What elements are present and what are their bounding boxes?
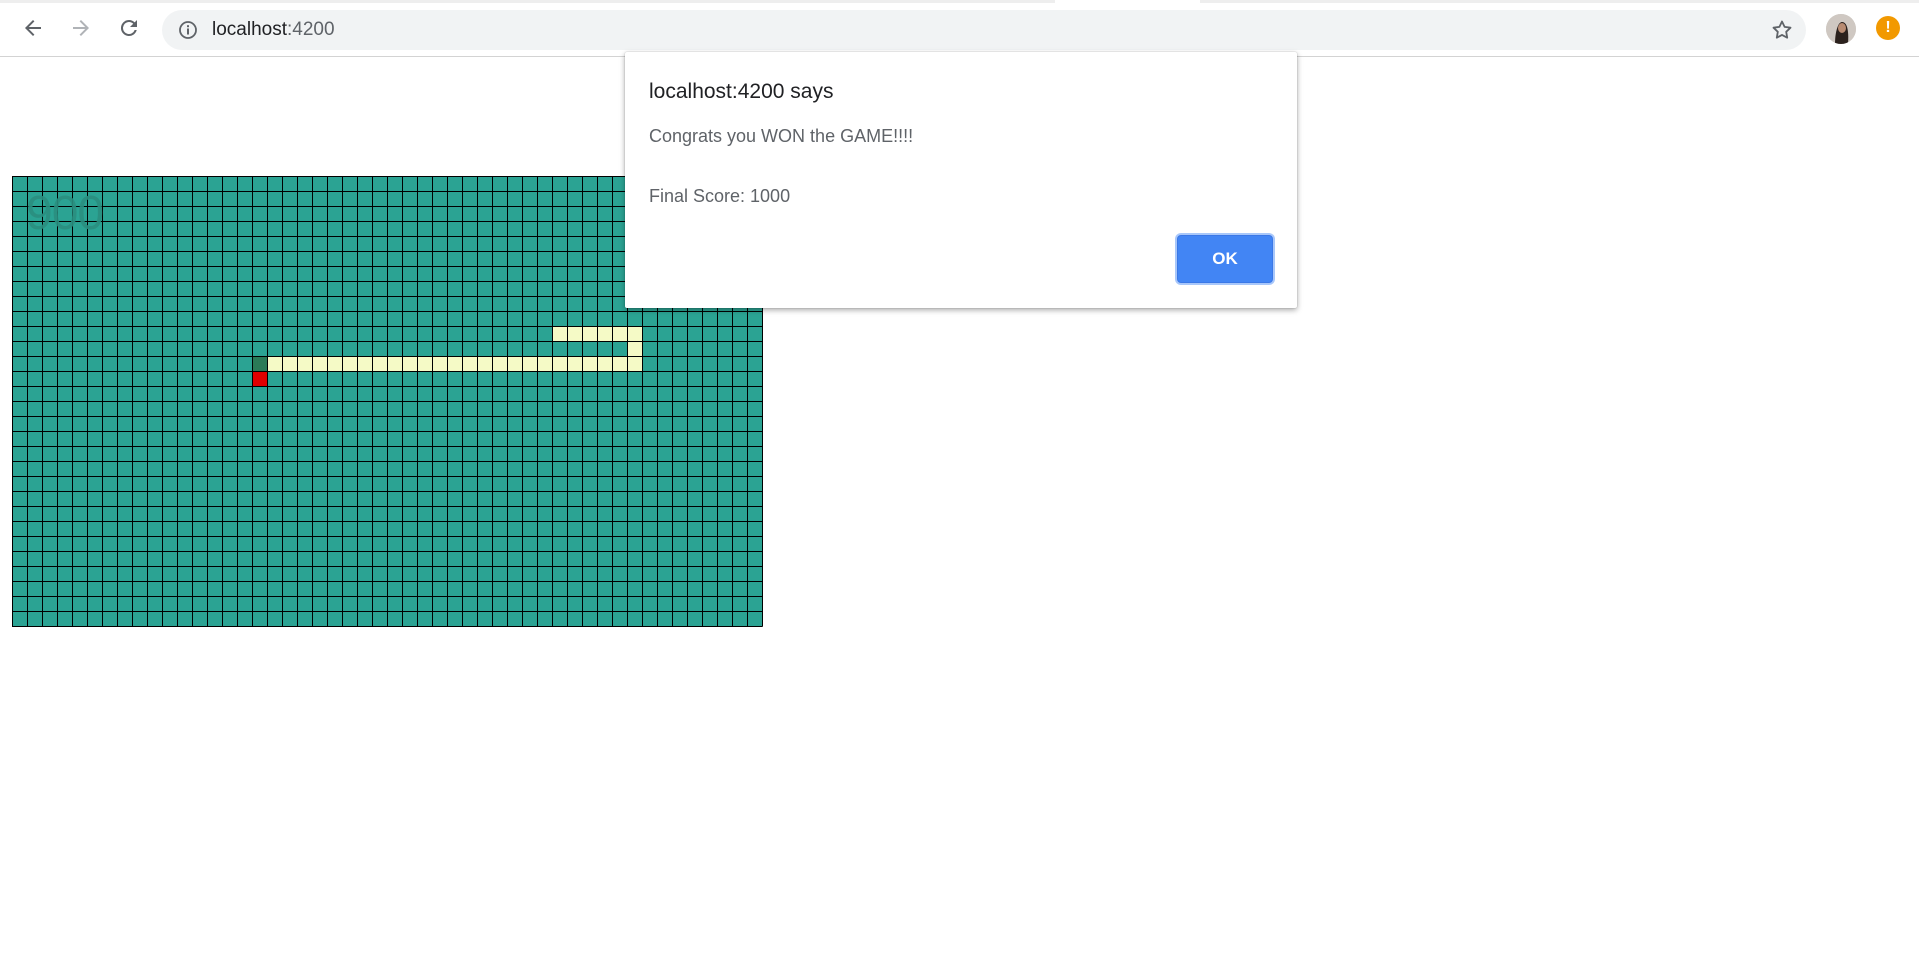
snake-segment	[312, 356, 327, 371]
snake-segment	[627, 356, 642, 371]
snake-segment	[342, 356, 357, 371]
snake-segment	[507, 356, 522, 371]
snake-segment	[267, 356, 282, 371]
url-port: :4200	[287, 19, 335, 40]
snake-segment	[612, 326, 627, 341]
snake-segment	[327, 356, 342, 371]
snake-segment	[627, 341, 642, 356]
snake-head	[252, 356, 267, 371]
url-host: localhost	[212, 19, 287, 40]
snake-segment	[282, 356, 297, 371]
address-bar[interactable]: localhost:4200	[162, 10, 1806, 50]
snake-segment	[492, 356, 507, 371]
ok-button[interactable]: OK	[1177, 235, 1273, 283]
snake-segment	[567, 356, 582, 371]
tab-strip-edge	[1200, 0, 1919, 3]
star-icon[interactable]	[1770, 18, 1794, 42]
snake-segment	[387, 356, 402, 371]
snake-segment	[582, 326, 597, 341]
dialog-final-score: Final Score: 1000	[649, 186, 791, 206]
info-icon[interactable]	[178, 20, 198, 40]
reload-icon	[120, 19, 137, 36]
snake-segment	[582, 356, 597, 371]
snake-segment	[297, 356, 312, 371]
snake-segment	[522, 356, 537, 371]
snake-segment	[477, 356, 492, 371]
snake-segment	[462, 356, 477, 371]
snake-segment	[537, 356, 552, 371]
snake-segment	[402, 356, 417, 371]
snake-segment	[567, 326, 582, 341]
browser-toolbar: localhost:4200 !	[0, 0, 1919, 57]
profile-avatar[interactable]	[1826, 14, 1856, 44]
food-cell	[252, 371, 267, 386]
forward-button[interactable]	[66, 13, 96, 43]
snake-segment	[357, 356, 372, 371]
alert-icon[interactable]: !	[1876, 16, 1900, 40]
snake-segment	[417, 356, 432, 371]
snake-segment	[372, 356, 387, 371]
snake-segment	[597, 356, 612, 371]
snake-segment	[597, 326, 612, 341]
reload-button[interactable]	[114, 13, 144, 43]
avatar-image	[1826, 14, 1856, 44]
alert-dialog: localhost:4200 says Congrats you WON the…	[625, 52, 1297, 308]
snake-segment	[627, 326, 642, 341]
snake-segment	[447, 356, 462, 371]
snake-segment	[552, 326, 567, 341]
url-text[interactable]: localhost:4200	[212, 10, 335, 50]
forward-arrow-icon	[73, 20, 89, 36]
dialog-message: Congrats you WON the GAME!!!!	[649, 126, 914, 146]
snake-segment	[432, 356, 447, 371]
tab-strip-edge	[0, 0, 1055, 3]
dialog-title: localhost:4200 says	[649, 80, 834, 103]
back-button[interactable]	[18, 13, 48, 43]
snake-segment	[612, 356, 627, 371]
back-arrow-icon	[25, 20, 41, 36]
snake-segment	[552, 356, 567, 371]
